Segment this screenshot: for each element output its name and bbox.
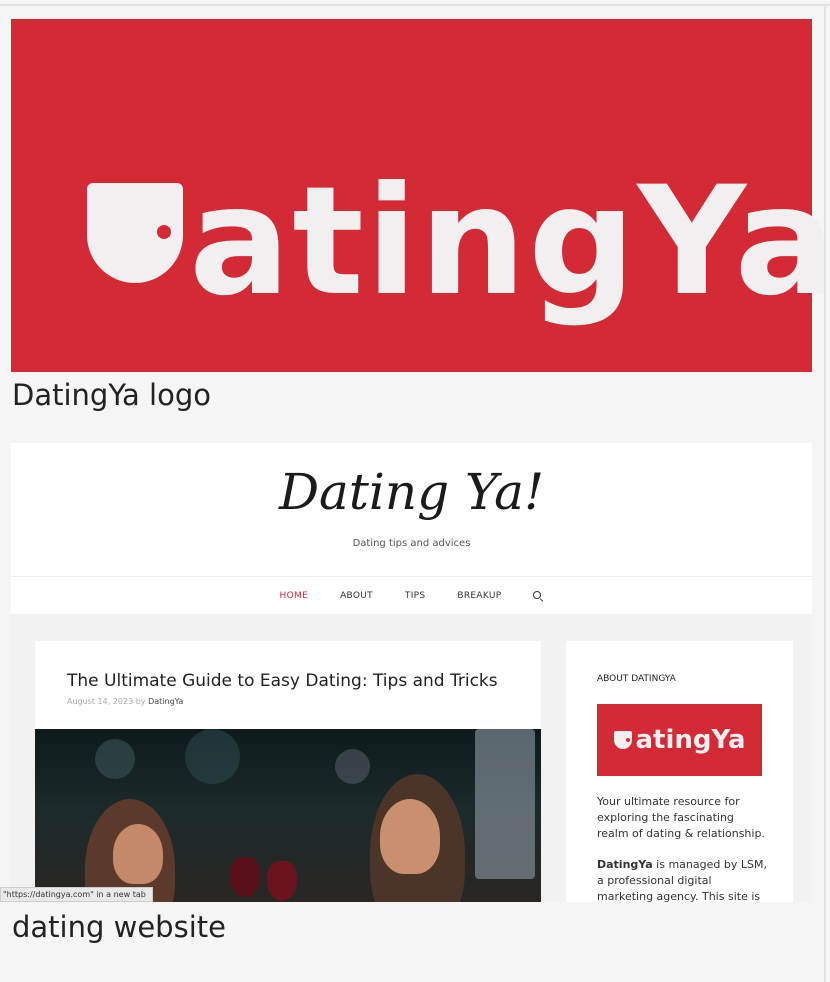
nav-tips[interactable]: TIPS — [405, 591, 426, 601]
logo-text: atingYa — [189, 155, 830, 329]
nav-about[interactable]: ABOUT — [340, 591, 373, 601]
article-author[interactable]: DatingYa — [148, 697, 183, 706]
article-photo[interactable] — [35, 729, 541, 902]
site-tagline: Dating tips and advices — [352, 538, 471, 549]
search-icon[interactable] — [533, 590, 543, 601]
logo-image[interactable]: atingYa — [11, 19, 830, 372]
bokeh-light — [335, 749, 370, 784]
website-caption: dating website — [12, 910, 226, 944]
sidebar-intro: Your ultimate resource for exploring the… — [597, 795, 765, 840]
sidebar-logo-text: atingYa — [635, 725, 746, 755]
woman-face — [113, 824, 163, 884]
wine-glass — [267, 861, 297, 901]
logo-caption: DatingYa logo — [12, 378, 211, 412]
sidebar-managed: DatingYa is managed by LSM, a profession… — [597, 857, 767, 902]
sidebar-brand: DatingYa — [597, 858, 653, 871]
bokeh-light — [95, 739, 135, 779]
site-nav: HOME ABOUT TIPS BREAKUP — [11, 576, 812, 614]
logo-wordmark: atingYa — [87, 147, 830, 317]
site-title[interactable]: Dating Ya! — [11, 463, 812, 521]
man-face — [380, 799, 440, 874]
nav-home[interactable]: HOME — [280, 591, 309, 601]
wine-glass — [230, 857, 260, 897]
article-title[interactable]: The Ultimate Guide to Easy Dating: Tips … — [67, 671, 498, 691]
nav-breakup[interactable]: BREAKUP — [457, 591, 501, 601]
sidebar: ABOUT DATINGYA atingYa Your ultimate res… — [566, 641, 793, 902]
sidebar-logo[interactable]: atingYa — [597, 704, 762, 776]
article-meta: August 14, 2023 by DatingYa — [67, 697, 183, 706]
article-card: The Ultimate Guide to Easy Dating: Tips … — [35, 641, 541, 902]
link-status-tooltip: "https://datingya.com" in a new tab — [0, 887, 153, 902]
site-header: Dating Ya! Dating tips and advices — [11, 443, 812, 576]
logo-d-mark-icon — [87, 183, 183, 283]
bokeh-light — [185, 729, 240, 784]
bokeh-light — [475, 729, 535, 879]
website-screenshot[interactable]: Dating Ya! Dating tips and advices HOME … — [11, 443, 812, 902]
logo-d-mark-icon — [613, 731, 632, 749]
sidebar-heading: ABOUT DATINGYA — [597, 674, 676, 684]
frame-top-border — [0, 4, 830, 6]
article-date: August 14, 2023 by — [67, 697, 146, 706]
